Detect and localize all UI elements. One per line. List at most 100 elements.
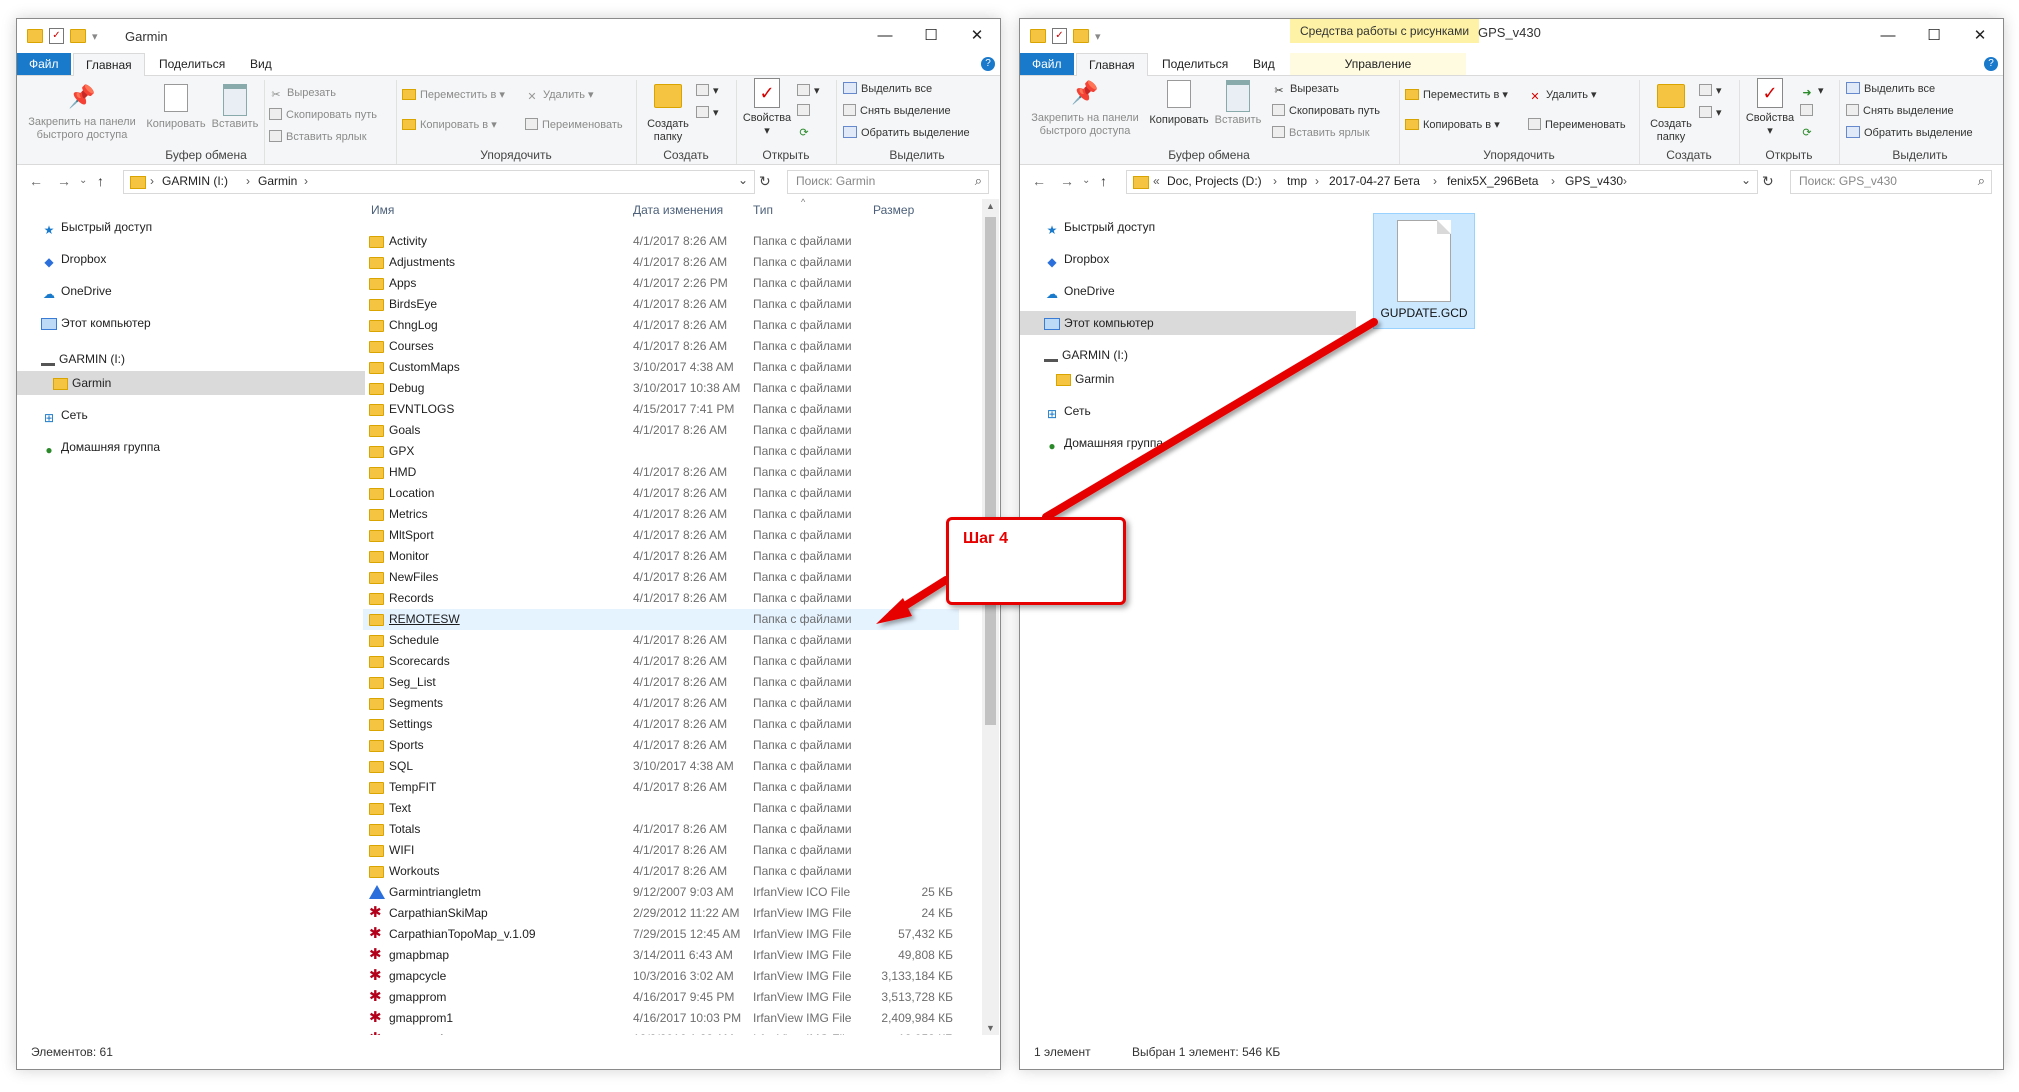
table-row[interactable]: Metrics 4/1/2017 8:26 AM Папка с файлами [363,504,959,525]
rename-button[interactable]: Переименовать [1528,116,1626,134]
column-type[interactable]: Тип [753,203,773,227]
paste-shortcut-button[interactable]: Вставить ярлык [1272,124,1370,142]
recent-locations-icon[interactable]: ⌄ [1082,175,1090,186]
recent-locations-icon[interactable]: ⌄ [79,175,87,186]
tab-home[interactable]: Главная [1076,53,1148,76]
tab-file[interactable]: Файл [1020,53,1074,75]
table-row[interactable]: ✱ gmapcycle 10/3/2016 3:02 AM IrfanView IMG… [363,966,959,987]
refresh-icon[interactable]: ↻ [759,173,771,190]
table-row[interactable]: ✱ CarpathianSkiMap 2/29/2012 11:22 AM Irfan… [363,903,959,924]
title-bar[interactable]: ✓ ▾ Garmin — ☐ ✕ [17,19,1000,53]
paste-button[interactable]: Вставить [1212,78,1264,127]
path-chevron-icon[interactable]: › [150,174,154,188]
new-folder-icon[interactable] [1073,29,1089,43]
table-row[interactable]: Settings 4/1/2017 8:26 AM Папка с файлами [363,714,959,735]
close-button[interactable]: ✕ [954,19,1000,53]
refresh-icon[interactable]: ↻ [1762,173,1774,190]
pin-quick-access-button[interactable]: 📌 Закрепить на панели быстрого доступа [1026,78,1144,138]
up-arrow-icon[interactable]: ↑ [97,173,104,189]
copy-button[interactable]: Копировать [145,82,207,131]
table-row[interactable]: Courses 4/1/2017 8:26 AM Папка с файлами [363,336,959,357]
tab-home[interactable]: Главная [73,53,145,76]
move-to-button[interactable]: Переместить в ▾ [1405,86,1508,104]
new-folder-button[interactable]: Создать папку [640,78,696,144]
nav-onedrive[interactable]: ☁ OneDrive [17,279,377,303]
search-input[interactable]: Поиск: GPS_v430 ⌕ [1790,170,1992,194]
table-row[interactable]: Monitor 4/1/2017 8:26 AM Папка с файлами [363,546,959,567]
nav-quick-access[interactable]: ★ Быстрый доступ [17,215,377,239]
path-chevron-icon[interactable]: › [1315,174,1319,188]
path-segment[interactable]: Doc, Projects (D:) [1167,174,1262,188]
cut-button[interactable]: ✂ Вырезать [269,84,336,102]
path-overflow-icon[interactable]: « [1153,174,1160,188]
table-row[interactable]: Sports 4/1/2017 8:26 AM Папка с файлами [363,735,959,756]
table-row[interactable]: Garmintriangletm 9/12/2007 9:03 AM IrfanVi… [363,882,959,903]
nav-garmin-folder[interactable]: Garmin [17,371,365,395]
pin-quick-access-button[interactable]: 📌 Закрепить на панели быстрого доступа [23,82,141,142]
path-chevron-icon[interactable]: › [304,174,308,188]
rename-button[interactable]: Переименовать [525,116,623,134]
open-button[interactable]: ➜ ▾ [1800,82,1823,100]
table-row[interactable]: MltSport 4/1/2017 8:26 AM Папка с файлами [363,525,959,546]
properties-button[interactable]: ✓ Свойства ▾ [1742,78,1798,138]
path-segment[interactable]: 2017-04-27 Бета [1329,174,1420,188]
nav-this-pc[interactable]: Этот компьютер [1020,311,1356,335]
tab-manage[interactable]: Управление [1290,53,1466,75]
nav-garmin-folder[interactable]: Garmin [1020,367,1392,391]
edit-button[interactable] [797,102,814,120]
path-dropdown-icon[interactable]: ⌄ [1741,173,1751,187]
customize-toolbar-icon[interactable]: ▾ [1095,30,1101,43]
path-segment[interactable]: GARMIN (I:) [162,174,228,188]
table-row[interactable]: Text Папка с файлами [363,798,959,819]
path-chevron-icon[interactable]: › [1273,174,1277,188]
help-icon[interactable]: ? [1984,57,1998,71]
forward-arrow-icon[interactable]: → [57,173,71,189]
minimize-button[interactable]: — [862,19,908,53]
maximize-button[interactable]: ☐ [908,19,954,53]
table-row[interactable]: CustomMaps 3/10/2017 4:38 AM Папка с файла… [363,357,959,378]
table-row[interactable]: SQL 3/10/2017 4:38 AM Папка с файлами [363,756,959,777]
tab-share[interactable]: Поделиться [1150,53,1240,75]
nav-homegroup[interactable]: ● Домашняя группа [17,435,377,459]
table-row[interactable]: ✱ gmapbmap 3/14/2011 6:43 AM IrfanView IMG … [363,945,959,966]
new-folder-button[interactable]: Создать папку [1643,78,1699,144]
scroll-down-icon[interactable]: ▼ [982,1023,999,1033]
table-row[interactable]: REMOTESW Папка с файлами [363,609,959,630]
maximize-button[interactable]: ☐ [1911,19,1957,53]
column-date[interactable]: Дата изменения [633,203,723,227]
nav-onedrive[interactable]: ☁ OneDrive [1020,279,1380,303]
nav-network[interactable]: ⊞ Сеть [17,403,377,427]
file-tile-gupdate[interactable]: GUPDATE.GCD [1373,213,1475,329]
table-row[interactable]: Workouts 4/1/2017 8:26 AM Папка с файлами [363,861,959,882]
path-segment[interactable]: Garmin [258,174,297,188]
path-dropdown-icon[interactable]: ⌄ [738,173,748,187]
nav-garmin-drive[interactable]: GARMIN (I:) [1020,343,1380,367]
back-arrow-icon[interactable]: ← [29,173,43,189]
table-row[interactable]: NewFiles 4/1/2017 8:26 AM Папка с файлами [363,567,959,588]
properties-button[interactable]: ✓ Свойства ▾ [739,78,795,138]
properties-icon[interactable]: ✓ [1052,28,1067,44]
copy-path-button[interactable]: Скопировать путь [1272,102,1380,120]
select-none-button[interactable]: Снять выделение [843,102,951,120]
table-row[interactable]: HMD 4/1/2017 8:26 AM Папка с файлами [363,462,959,483]
move-to-button[interactable]: Переместить в ▾ [402,86,505,104]
path-chevron-icon[interactable]: › [1623,174,1627,188]
table-row[interactable]: Apps 4/1/2017 2:26 PM Папка с файлами [363,273,959,294]
nav-network[interactable]: ⊞ Сеть [1020,399,1380,423]
open-button[interactable]: ▾ [797,82,820,100]
back-arrow-icon[interactable]: ← [1032,173,1046,189]
table-row[interactable]: TempFIT 4/1/2017 8:26 AM Папка с файлами [363,777,959,798]
tab-share[interactable]: Поделиться [147,53,237,75]
copy-to-button[interactable]: Копировать в ▾ [1405,116,1500,134]
up-arrow-icon[interactable]: ↑ [1100,173,1107,189]
new-folder-icon[interactable] [70,29,86,43]
table-row[interactable]: ✱ gmapprom1 4/16/2017 10:03 PM IrfanView IM… [363,1008,959,1029]
table-row[interactable]: Location 4/1/2017 8:26 AM Папка с файлами [363,483,959,504]
table-row[interactable]: EVNTLOGS 4/15/2017 7:41 PM Папка с файлами [363,399,959,420]
select-all-button[interactable]: Выделить все [843,80,932,98]
copy-button[interactable]: Копировать [1148,78,1210,127]
copy-path-button[interactable]: Скопировать путь [269,106,377,124]
path-chevron-icon[interactable]: › [1433,174,1437,188]
help-icon[interactable]: ? [981,57,995,71]
path-segment[interactable]: fenix5X_296Beta [1447,174,1538,188]
